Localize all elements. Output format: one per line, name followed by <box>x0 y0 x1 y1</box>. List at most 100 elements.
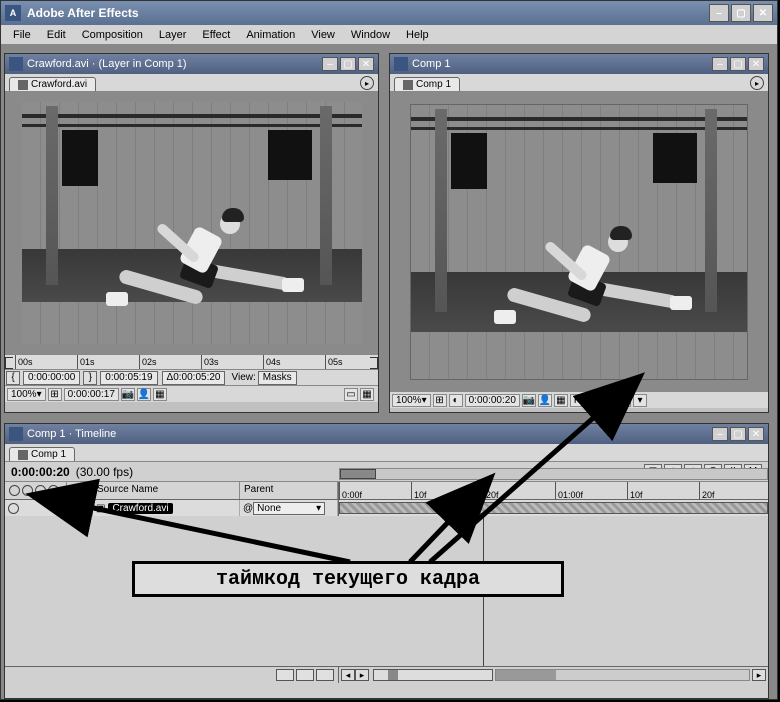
safe-zones-button[interactable]: ⊞ <box>433 394 447 407</box>
transparency-grid-button[interactable]: ▦ <box>360 388 374 401</box>
zoom-dropdown[interactable]: 100% ▾ <box>7 388 46 401</box>
timeline-close-button[interactable]: ✕ <box>748 427 764 441</box>
duration-timecode[interactable]: Δ0:00:05:20 <box>162 371 226 385</box>
ruler-tick: 01s <box>77 355 95 369</box>
navigator-thumb[interactable] <box>340 469 376 479</box>
source-name-header[interactable]: Source Name <box>93 482 240 499</box>
comp-panel-titlebar[interactable]: Comp 1 – ▢ ✕ <box>390 54 768 74</box>
comp-video-area[interactable] <box>390 92 768 392</box>
parent-dropdown[interactable]: None▾ <box>253 502 325 515</box>
comp-status-row: 100% ▾ ⊞ ◐ 0:00:00:20 📷 👤 ▦ Full ▾ ▭ ▦ ▾ <box>390 392 768 408</box>
hscroll-thumb[interactable] <box>496 670 556 680</box>
layer-switches[interactable] <box>5 500 67 516</box>
timeline-track-header[interactable]: 0:00f 10f 20f 01:00f 10f 20f <box>339 482 768 499</box>
video-switch-icon[interactable] <box>8 503 19 514</box>
in-point-button[interactable]: { <box>6 371 20 385</box>
layer-duration-bar[interactable] <box>339 502 768 514</box>
scroll-right-button[interactable]: ▸ <box>355 669 369 681</box>
channel-button[interactable]: ▦ <box>153 388 167 401</box>
snapshot-button[interactable]: 📷 <box>121 388 135 401</box>
out-point-button[interactable]: } <box>83 371 97 385</box>
transparency-grid-button[interactable]: ▦ <box>617 394 631 407</box>
safe-zones-button[interactable]: ⊞ <box>48 388 62 401</box>
zoom-thumb[interactable] <box>388 670 398 680</box>
close-button[interactable]: ✕ <box>753 4 773 22</box>
video-scene <box>22 102 362 344</box>
in-timecode[interactable]: 0:00:00:00 <box>23 371 80 385</box>
comp-panel-title: Comp 1 <box>412 58 712 70</box>
3d-view-button[interactable]: ▾ <box>633 394 647 407</box>
layer-time-ruler[interactable]: 00s 01s 02s 03s 04s 05s <box>5 354 378 370</box>
status-timecode[interactable]: 0:00:00:17 <box>64 388 119 401</box>
status-timecode[interactable]: 0:00:00:20 <box>465 394 520 407</box>
ruler-tick: 03s <box>201 355 219 369</box>
layer-minimize-button[interactable]: – <box>322 57 338 71</box>
minimize-button[interactable]: – <box>709 4 729 22</box>
menu-help[interactable]: Help <box>398 27 437 43</box>
scroll-right-button[interactable]: ▸ <box>752 669 766 681</box>
menu-layer[interactable]: Layer <box>151 27 195 43</box>
menu-effect[interactable]: Effect <box>194 27 238 43</box>
annotation-label: таймкод текущего кадра <box>132 561 564 597</box>
comp-tab[interactable]: Comp 1 <box>394 77 460 91</box>
timeline-minimize-button[interactable]: – <box>712 427 728 441</box>
out-bracket-icon[interactable] <box>370 357 378 369</box>
scroll-left-button[interactable]: ◂ <box>341 669 355 681</box>
time-navigator[interactable] <box>339 468 768 480</box>
resolution-dropdown[interactable]: Full ▾ <box>570 394 599 407</box>
zoom-dropdown[interactable]: 100% ▾ <box>392 394 431 407</box>
maximize-button[interactable]: ▢ <box>731 4 751 22</box>
view-dropdown[interactable]: Masks <box>258 371 297 385</box>
show-snapshot-button[interactable]: 👤 <box>137 388 151 401</box>
layer-close-button[interactable]: ✕ <box>358 57 374 71</box>
menu-animation[interactable]: Animation <box>238 27 303 43</box>
timeline-maximize-button[interactable]: ▢ <box>730 427 746 441</box>
switch-toggle-button[interactable] <box>296 669 314 681</box>
region-button[interactable]: ▭ <box>344 388 358 401</box>
switch-toggle-button[interactable] <box>316 669 334 681</box>
menu-view[interactable]: View <box>303 27 343 43</box>
region-button[interactable]: ▭ <box>601 394 615 407</box>
comp-maximize-button[interactable]: ▢ <box>730 57 746 71</box>
eye-icon <box>9 485 20 496</box>
pickwhip-icon[interactable]: @ <box>243 503 253 514</box>
snapshot-button[interactable]: 📷 <box>522 394 536 407</box>
layer-twirl[interactable]: 1 <box>67 500 93 516</box>
channel-button[interactable]: ▦ <box>554 394 568 407</box>
menu-edit[interactable]: Edit <box>39 27 74 43</box>
zoom-slider[interactable] <box>373 669 493 681</box>
layer-row[interactable]: 1 ▣ Crawford.avi @ None▾ <box>5 500 768 516</box>
ruler-tick: 02s <box>139 355 157 369</box>
hscroll-track[interactable] <box>495 669 750 681</box>
layer-track[interactable] <box>339 500 768 516</box>
layer-maximize-button[interactable]: ▢ <box>340 57 356 71</box>
timeline-tab[interactable]: Comp 1 <box>9 447 75 461</box>
timeline-titlebar[interactable]: Comp 1 · Timeline – ▢ ✕ <box>5 424 768 444</box>
mask-button[interactable]: ◐ <box>449 394 463 407</box>
layer-source-cell[interactable]: ▣ Crawford.avi <box>93 500 240 516</box>
comp-tabs-row: Comp 1 ▸ <box>390 74 768 92</box>
time-ruler[interactable]: 0:00f 10f 20f 01:00f 10f 20f <box>339 482 768 500</box>
layer-panel-window: Crawford.avi · (Layer in Comp 1) – ▢ ✕ C… <box>4 53 379 413</box>
current-time-display[interactable]: 0:00:00:20 <box>11 465 70 479</box>
layer-panel-titlebar[interactable]: Crawford.avi · (Layer in Comp 1) – ▢ ✕ <box>5 54 378 74</box>
comp-close-button[interactable]: ✕ <box>748 57 764 71</box>
in-bracket-icon[interactable] <box>5 357 13 369</box>
layer-number-header: # <box>67 482 93 499</box>
current-timecode[interactable]: 0:00:05:19 <box>100 371 157 385</box>
menu-composition[interactable]: Composition <box>74 27 151 43</box>
switch-toggle-button[interactable] <box>276 669 294 681</box>
layer-tab[interactable]: Crawford.avi <box>9 77 96 91</box>
menu-file[interactable]: File <box>5 27 39 43</box>
titlebar[interactable]: A Adobe After Effects – ▢ ✕ <box>1 1 777 25</box>
app-title: Adobe After Effects <box>27 6 709 20</box>
layer-video-area[interactable] <box>5 92 378 354</box>
comp-video-frame[interactable] <box>410 104 748 380</box>
parent-header[interactable]: Parent <box>240 482 338 499</box>
menu-arrow-icon[interactable]: ▸ <box>750 76 764 90</box>
show-snapshot-button[interactable]: 👤 <box>538 394 552 407</box>
menu-arrow-icon[interactable]: ▸ <box>360 76 374 90</box>
menu-window[interactable]: Window <box>343 27 398 43</box>
comp-minimize-button[interactable]: – <box>712 57 728 71</box>
current-time-indicator[interactable] <box>477 480 489 492</box>
